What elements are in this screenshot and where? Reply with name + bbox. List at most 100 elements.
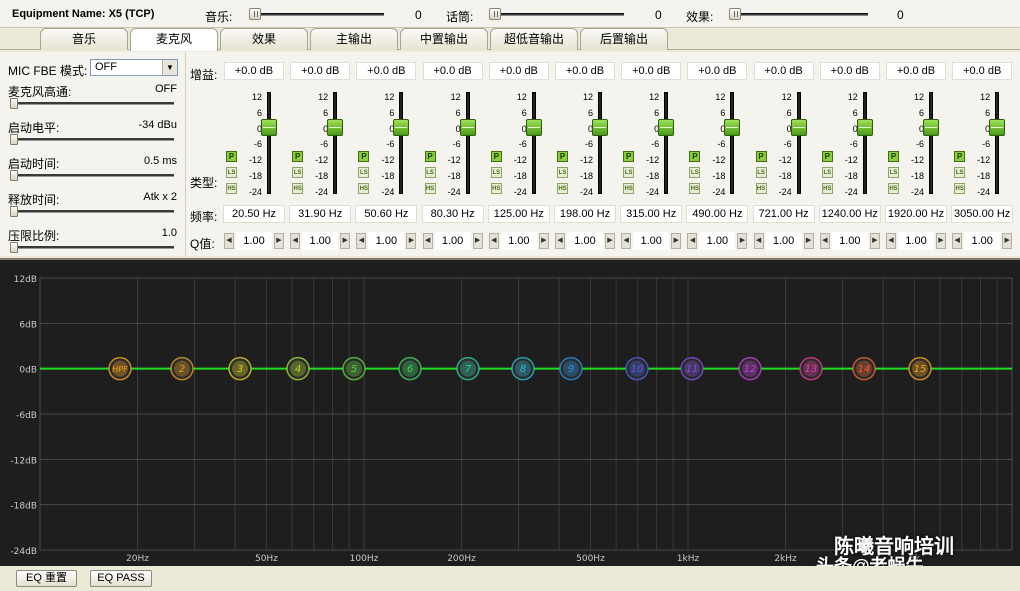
filter-type-ls[interactable]: LS [424,167,436,178]
param-track[interactable] [10,174,174,177]
chevron-left-icon[interactable]: ◀ [488,233,499,249]
band-q[interactable]: ◀ 1.00 ▶ [753,232,814,250]
band-frequency[interactable]: 721.00 Hz [752,205,815,223]
filter-type-hs[interactable]: HS [755,183,767,194]
chevron-left-icon[interactable]: ◀ [753,233,764,249]
param-track[interactable] [10,246,174,249]
chevron-right-icon[interactable]: ▶ [869,233,880,249]
band-gain[interactable]: +0.0 dB [356,62,417,80]
band-gain[interactable]: +0.0 dB [753,62,814,80]
band-fader-track[interactable] [664,92,669,194]
filter-type-p[interactable]: P [226,151,237,162]
param-thumb[interactable] [10,206,18,217]
band-fader-thumb[interactable] [459,119,476,136]
band-frequency[interactable]: 50.60 Hz [355,205,418,223]
chevron-right-icon[interactable]: ▶ [274,233,284,249]
filter-type-ls[interactable]: LS [954,167,966,178]
param-thumb[interactable] [10,242,18,253]
band-q-value[interactable]: 1.00 [302,232,339,250]
param-thumb[interactable] [10,170,18,181]
tab-center-output[interactable]: 中置输出 [400,28,488,50]
band-fader-track[interactable] [929,92,933,194]
filter-type-p[interactable]: P [755,151,767,162]
filter-type-hs[interactable]: HS [424,183,436,194]
band-frequency[interactable]: 1240.00 Hz [818,205,881,223]
tab-music[interactable]: 音乐 [40,28,128,50]
band-gain[interactable]: +0.0 dB [290,62,351,80]
chevron-left-icon[interactable]: ◀ [621,233,632,249]
mic-volume-thumb[interactable] [489,8,501,20]
band-q-value[interactable]: 1.00 [898,232,934,250]
chevron-right-icon[interactable]: ▶ [737,233,748,249]
band-fader-thumb[interactable] [393,119,410,136]
chevron-right-icon[interactable]: ▶ [472,233,483,249]
filter-type-p[interactable]: P [358,151,370,162]
band-q[interactable]: ◀ 1.00 ▶ [422,232,483,250]
band-fader-thumb[interactable] [592,119,608,136]
band-q[interactable]: ◀ 1.00 ▶ [687,232,748,250]
filter-type-p[interactable]: P [623,151,635,162]
filter-type-hs[interactable]: HS [888,183,899,194]
band-fader-thumb[interactable] [856,119,873,136]
band-fader-track[interactable] [465,92,470,194]
filter-type-hs[interactable]: HS [689,183,701,194]
filter-type-hs[interactable]: HS [557,183,568,194]
band-frequency[interactable]: 490.00 Hz [686,205,749,223]
filter-type-ls[interactable]: LS [888,167,899,178]
band-q-value[interactable]: 1.00 [500,232,537,250]
filter-type-p[interactable]: P [689,151,701,162]
chevron-left-icon[interactable]: ◀ [224,233,234,249]
chevron-right-icon[interactable]: ▶ [605,233,615,249]
band-gain[interactable]: +0.0 dB [555,62,615,80]
param-track[interactable] [10,138,174,141]
band-fader-track[interactable] [796,92,801,194]
eq-response-graph[interactable]: 12dB 6dB 0dB -6dB -12dB -18dB -24dB 20Hz 50Hz 100… [0,258,1020,576]
band-q-value[interactable]: 1.00 [633,232,670,250]
band-gain[interactable]: +0.0 dB [952,62,1013,80]
band-frequency[interactable]: 80.30 Hz [421,205,484,223]
band-q[interactable]: ◀ 1.00 ▶ [555,232,615,250]
tab-effect[interactable]: 效果 [220,28,308,50]
band-gain[interactable]: +0.0 dB [687,62,748,80]
band-fader-thumb[interactable] [525,119,542,136]
filter-type-hs[interactable]: HS [358,183,370,194]
filter-type-hs[interactable]: HS [821,183,833,194]
chevron-right-icon[interactable]: ▶ [1002,233,1013,249]
filter-type-ls[interactable]: LS [623,167,635,178]
band-gain[interactable]: +0.0 dB [488,62,549,80]
chevron-right-icon[interactable]: ▶ [538,233,549,249]
chevron-right-icon[interactable]: ▶ [936,233,946,249]
band-q-value[interactable]: 1.00 [236,232,272,250]
band-fader-track[interactable] [531,92,536,194]
filter-type-p[interactable]: P [490,151,502,162]
chevron-right-icon[interactable]: ▶ [671,233,682,249]
band-q[interactable]: ◀ 1.00 ▶ [819,232,880,250]
band-frequency[interactable]: 125.00 Hz [487,205,550,223]
music-volume-track[interactable] [250,13,384,16]
chevron-left-icon[interactable]: ◀ [819,233,830,249]
filter-type-hs[interactable]: HS [226,183,237,194]
band-gain[interactable]: +0.0 dB [422,62,483,80]
chevron-left-icon[interactable]: ◀ [422,233,433,249]
filter-type-p[interactable]: P [821,151,833,162]
band-gain[interactable]: +0.0 dB [224,62,284,80]
band-q-value[interactable]: 1.00 [434,232,471,250]
mic-volume-track[interactable] [490,13,624,16]
filter-type-hs[interactable]: HS [490,183,502,194]
param-thumb[interactable] [10,134,18,145]
filter-type-ls[interactable]: LS [557,167,568,178]
filter-type-ls[interactable]: LS [292,167,304,178]
band-q[interactable]: ◀ 1.00 ▶ [952,232,1013,250]
band-q[interactable]: ◀ 1.00 ▶ [621,232,682,250]
eq-reset-button[interactable]: EQ 重置 [16,570,77,587]
band-q[interactable]: ◀ 1.00 ▶ [488,232,549,250]
band-fader-thumb[interactable] [724,119,741,136]
param-track[interactable] [10,210,174,213]
chevron-left-icon[interactable]: ◀ [952,233,963,249]
band-frequency[interactable]: 315.00 Hz [620,205,683,223]
band-fader-track[interactable] [862,92,867,194]
chevron-right-icon[interactable]: ▶ [803,233,814,249]
filter-type-ls[interactable]: LS [689,167,701,178]
tab-sub-output[interactable]: 超低音输出 [490,28,578,50]
band-fader-track[interactable] [730,92,735,194]
